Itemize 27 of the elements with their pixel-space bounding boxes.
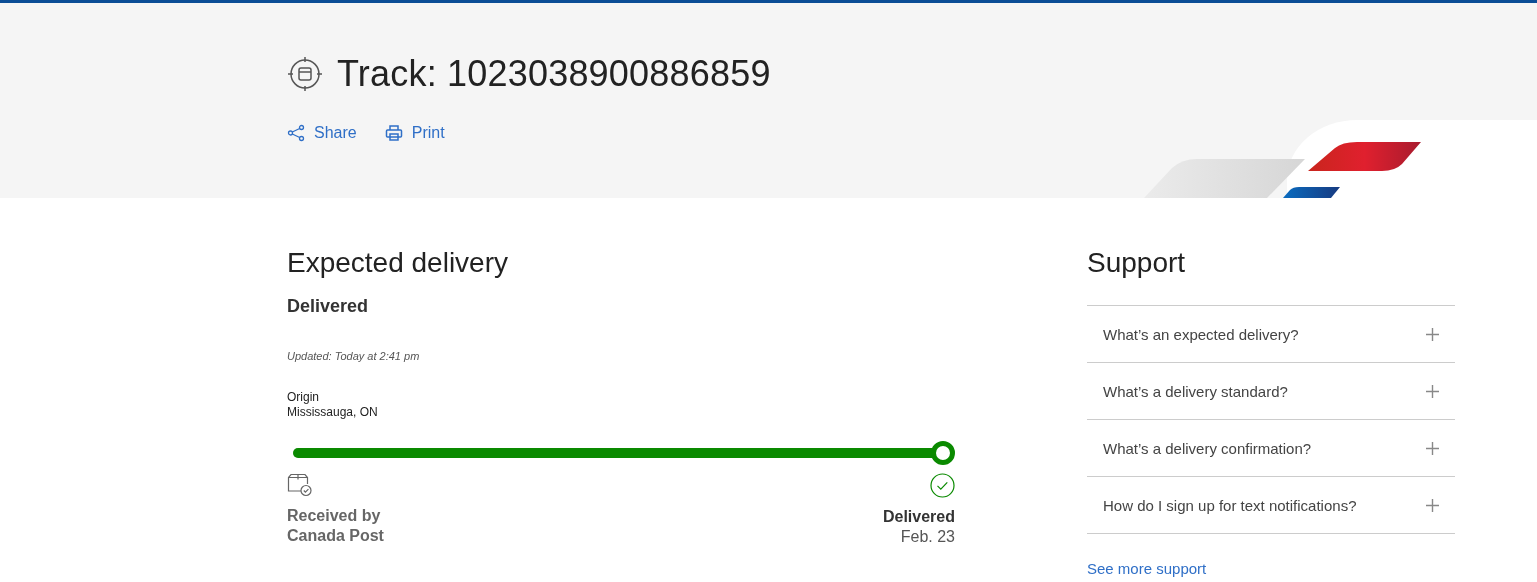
plus-icon	[1426, 384, 1439, 398]
section-heading: Support	[1087, 247, 1187, 279]
page-title: Track: 1023038900886859	[337, 53, 771, 95]
plus-icon	[1426, 498, 1439, 512]
support-link[interactable]: See more support	[1087, 560, 1207, 577]
origin-label: Origin	[287, 390, 320, 405]
tracking-target-icon	[287, 56, 323, 92]
faq-question[interactable]: What’s an expected delivery?	[1087, 306, 1455, 362]
origin-location: Mississauga, ON	[287, 405, 379, 420]
faq-question[interactable]: What’s a delivery standard?	[1087, 363, 1455, 419]
share-icon	[287, 124, 305, 142]
end-date: Feb. 23	[899, 527, 955, 547]
start-label: Canada Post	[287, 526, 384, 546]
faq-question[interactable]: How do I sign up for text notifications?	[1087, 477, 1455, 533]
package-check-icon	[287, 473, 313, 497]
check-circle-icon	[930, 473, 955, 498]
plus-icon	[1426, 441, 1439, 455]
print-link[interactable]: Print	[384, 124, 445, 142]
share-link[interactable]: Share	[287, 124, 357, 142]
faq-question[interactable]: What’s a delivery confirmation?	[1087, 420, 1455, 476]
plus-icon	[1426, 327, 1439, 341]
end-status: Delivered	[882, 507, 955, 527]
printer-icon	[384, 124, 403, 142]
delivery-status: Delivered	[287, 296, 370, 317]
start-label: Received by	[287, 506, 382, 526]
updated-time: Updated: Today at 2:41 pm	[287, 350, 421, 362]
section-heading: Expected delivery	[287, 247, 509, 279]
